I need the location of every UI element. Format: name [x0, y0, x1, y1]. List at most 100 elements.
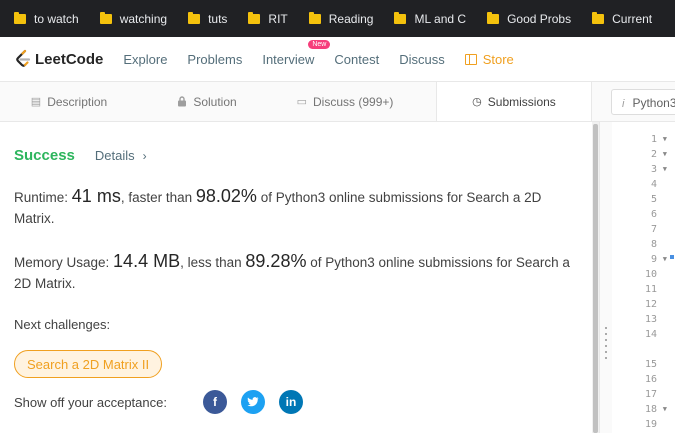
fold-arrow-icon[interactable]: ▼ [663, 132, 667, 147]
line-number: 14 [644, 329, 657, 340]
bookmark-ml-and-c[interactable]: ML and C [394, 11, 467, 26]
info-icon: i [622, 98, 625, 110]
tab-label: Description [47, 94, 108, 109]
folder-icon [99, 11, 112, 24]
nav-contest[interactable]: Contest [334, 52, 379, 67]
result-scrollbar[interactable] [592, 122, 599, 433]
runtime-label: Runtime: [14, 190, 69, 205]
line-number: 13 [644, 314, 657, 325]
fold-arrow-icon[interactable]: ▼ [663, 162, 667, 177]
folder-icon [394, 11, 407, 24]
lock-icon [178, 96, 187, 107]
tab-label: Discuss (999+) [313, 94, 394, 109]
folder-icon [14, 11, 26, 24]
comment-icon: ▭ [296, 96, 308, 108]
drag-handle-icon [605, 327, 607, 363]
fold-arrow-icon[interactable]: ▼ [663, 402, 667, 417]
nav-explore[interactable]: Explore [123, 52, 167, 67]
bookmark-label: Reading [328, 11, 374, 26]
status-row: Success Details › [14, 147, 147, 164]
line-number-gutter: 1 ▼ 2 ▼ 3 ▼ 4 5 6 7 8 9 ▼ 10 11 12 13 14 15 16 17 18 ▼ 19 [612, 132, 675, 432]
details-link[interactable]: Details › [95, 148, 147, 163]
line-number [612, 342, 675, 357]
line-number: 15 [644, 359, 657, 370]
line-number: 7 [650, 224, 657, 235]
bookmark-to-watch[interactable]: to watch [14, 11, 79, 26]
editor-header: i Python3 [599, 82, 675, 122]
code-editor[interactable]: 1 ▼ 2 ▼ 3 ▼ 4 5 6 7 8 9 ▼ 10 11 12 13 14 15 16 17 18 ▼ 19 [612, 122, 675, 433]
bookmark-label: tuts [208, 11, 228, 26]
line-number: 2 ▼ [612, 147, 675, 162]
description-icon: ▤ [30, 96, 42, 108]
line-number: 11 [644, 284, 657, 295]
tab-label: Submissions [487, 94, 556, 109]
bookmark-rit[interactable]: RIT [248, 11, 288, 26]
bookmark-label: Good Probs [507, 11, 572, 26]
tab-label: Solution [193, 94, 237, 109]
line-number: 8 [650, 239, 657, 250]
nav-interview[interactable]: Interview New [262, 39, 331, 67]
bookmark-reading[interactable]: Reading [308, 11, 374, 26]
tab-solution[interactable]: Solution [138, 82, 276, 121]
bookmark-tuts[interactable]: tuts [188, 11, 228, 26]
line-number: 9 ▼ [612, 252, 675, 267]
new-badge: New [308, 39, 331, 49]
tab-submissions[interactable]: ◷ Submissions [436, 82, 592, 121]
nav-store[interactable]: Store [464, 51, 514, 67]
leetcode-logo[interactable]: LeetCode [14, 49, 103, 69]
bookmark-label: Current [612, 11, 653, 26]
twitter-icon [247, 397, 259, 407]
twitter-share-button[interactable] [241, 390, 265, 414]
clock-icon: ◷ [472, 96, 482, 108]
language-label: Python3 [632, 96, 675, 110]
scrollbar-thumb[interactable] [593, 124, 598, 433]
bookmark-current[interactable]: Current [592, 11, 653, 26]
tab-discuss[interactable]: ▭ Discuss (999+) [276, 82, 414, 121]
line-number-text: 3 [650, 164, 657, 175]
nav-discuss[interactable]: Discuss [399, 52, 445, 67]
line-number: 19 [644, 419, 657, 430]
nav-problems[interactable]: Problems [187, 52, 242, 67]
bookmarks-bar: to watch watching tuts RIT Reading ML an… [0, 0, 675, 37]
top-nav: LeetCode Explore Problems Interview New C… [0, 37, 675, 82]
bookmark-label: ML and C [414, 11, 467, 26]
line-number-text: 18 [644, 404, 657, 415]
facebook-share-button[interactable]: f [203, 390, 227, 414]
bookmark-label: RIT [268, 11, 288, 26]
line-number: 5 [650, 194, 657, 205]
fold-arrow-icon[interactable]: ▼ [663, 147, 667, 162]
scroll-marker [670, 255, 674, 259]
memory-percentile: 89.28% [245, 251, 307, 271]
language-select[interactable]: i Python3 [611, 89, 675, 115]
line-number: 17 [644, 389, 657, 400]
line-number: 12 [644, 299, 657, 310]
line-number: 10 [644, 269, 657, 280]
line-number: 3 ▼ [612, 162, 675, 177]
folder-icon [188, 11, 201, 24]
line-number: 4 [650, 179, 657, 190]
line-number: 6 [650, 209, 657, 220]
panel-splitter[interactable] [599, 122, 612, 433]
line-number-text: 9 [650, 254, 657, 265]
linkedin-share-button[interactable]: in [279, 390, 303, 414]
linkedin-icon: in [285, 395, 297, 409]
runtime-mid: , faster than [120, 190, 193, 205]
bookmark-label: to watch [34, 11, 79, 26]
folder-icon [487, 11, 500, 24]
bookmark-watching[interactable]: watching [99, 11, 167, 26]
tab-description[interactable]: ▤ Description [0, 82, 138, 121]
bookmark-good-probs[interactable]: Good Probs [487, 11, 572, 26]
chevron-right-icon: › [142, 149, 147, 163]
store-label: Store [482, 51, 514, 67]
next-challenges-label: Next challenges: [14, 317, 111, 332]
problem-tabs: ▤ Description Solution ▭ Discuss (999+) ◷ S… [0, 82, 599, 122]
line-number-text: 1 [650, 134, 657, 145]
facebook-icon: f [213, 395, 217, 409]
folder-icon [592, 11, 605, 24]
fold-arrow-icon[interactable]: ▼ [663, 252, 667, 267]
line-number: 1 ▼ [612, 132, 675, 147]
details-label: Details [94, 148, 135, 163]
memory-value: 14.4 MB [113, 251, 181, 271]
folder-icon [248, 11, 261, 24]
next-challenge-chip[interactable]: Search a 2D Matrix II [14, 350, 163, 378]
